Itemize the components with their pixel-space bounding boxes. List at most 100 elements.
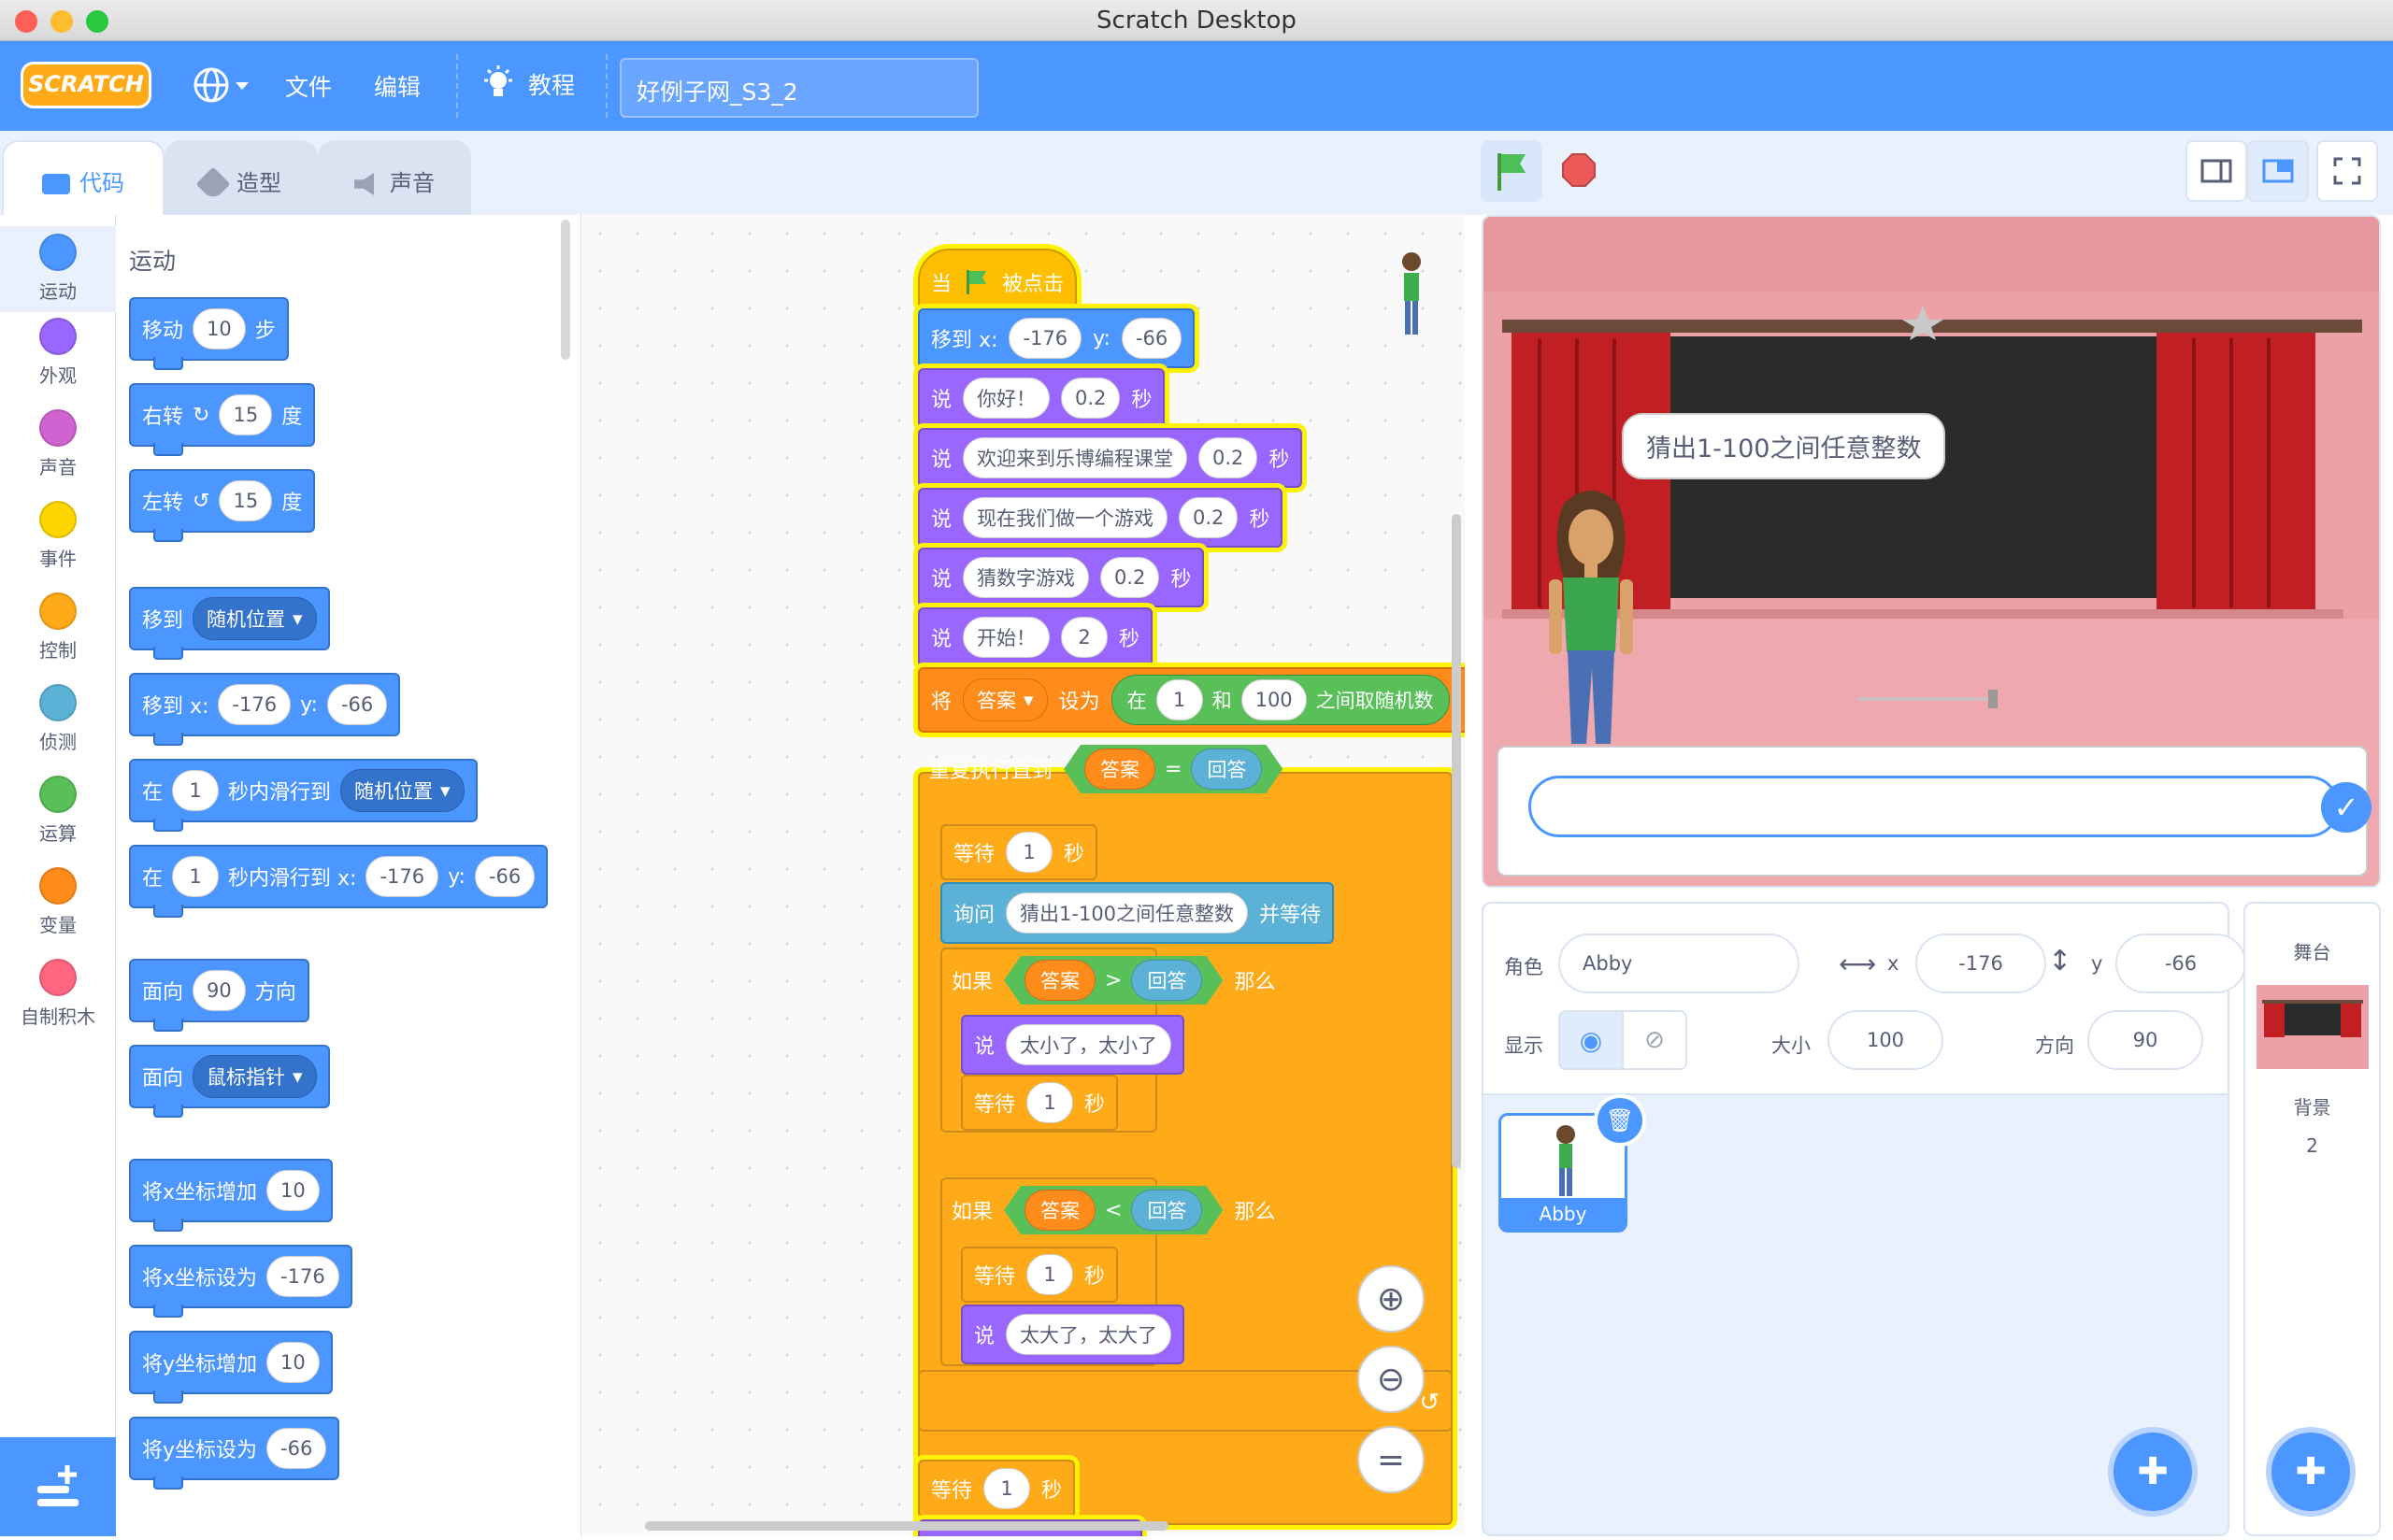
palette-scrollbar[interactable] [561,220,570,360]
stage-selector[interactable]: 舞台 背景 2 ✚ [2243,902,2381,1536]
question-input[interactable]: 猜出1-100之间任意整数 [1006,892,1249,934]
answer-sensing-reporter[interactable]: 回答 [1131,1190,1202,1231]
message-input[interactable]: 猜数字游戏 [963,557,1090,598]
value-input[interactable]: -66 [266,1428,327,1469]
wait-block[interactable]: 等待 1 秒 [940,824,1098,880]
towards-dropdown[interactable]: 鼠标指针 ▾ [193,1055,317,1098]
answer-sensing-reporter[interactable]: 回答 [1191,749,1262,790]
choose-backdrop-button[interactable]: ✚ [2266,1427,2356,1517]
show-sprite-button[interactable]: ◉ [1558,1010,1624,1070]
set-y-block[interactable]: 将y坐标设为 -66 [129,1417,340,1490]
wait-block[interactable]: 等待 1 秒 [918,1460,1076,1518]
seconds-input[interactable]: 1 [983,1468,1031,1509]
file-menu[interactable]: 文件 [285,69,332,103]
sprite-name-input[interactable]: Abby [1558,934,1799,993]
sprite-y-input[interactable]: -66 [2115,934,2246,993]
language-menu[interactable] [191,62,256,114]
pick-random-reporter[interactable]: 在 1 和 100 之间取随机数 [1111,675,1450,725]
sprite-size-input[interactable]: 100 [1827,1010,1943,1070]
stop-button[interactable] [1548,140,1610,202]
green-flag-button[interactable] [1481,140,1542,202]
change-y-block[interactable]: 将y坐标增加 10 [129,1331,333,1404]
say-for-secs-block[interactable]: 说开始！ 2 秒 [918,607,1154,667]
degrees-input[interactable]: 15 [219,480,273,521]
category-operators[interactable]: 运算 [0,776,116,846]
less-than-operator[interactable]: 答案 < 回答 [1004,1186,1223,1234]
x-input[interactable]: -176 [365,856,439,897]
turn-left-block[interactable]: 左转 ↺ 15 度 [129,469,316,542]
y-input[interactable]: -66 [1121,318,1182,359]
seconds-input[interactable]: 1 [1026,1254,1074,1295]
seconds-input[interactable]: 1 [1006,832,1053,873]
change-x-block[interactable]: 将x坐标增加 10 [129,1159,333,1232]
answer-variable-reporter[interactable]: 答案 [1025,1190,1096,1231]
say-for-secs-block[interactable]: 说猜数字游戏 0.2 秒 [918,548,1205,607]
workspace-vertical-scrollbar[interactable] [1452,514,1461,1168]
say-for-secs-block[interactable]: 说欢迎来到乐博编程课堂 0.2 秒 [918,428,1303,488]
set-x-block[interactable]: 将x坐标设为 -176 [129,1245,352,1318]
x-input[interactable]: -176 [218,684,292,725]
message-input[interactable]: 欢迎来到乐博编程课堂 [963,437,1188,478]
answer-variable-reporter[interactable]: 答案 [1025,960,1096,1001]
tab-sounds[interactable]: 声音 [318,140,471,215]
abby-sprite[interactable] [1540,486,1642,748]
message-input[interactable]: 太大了，太大了 [1006,1314,1172,1355]
seconds-input[interactable]: 2 [1061,617,1109,658]
x-input[interactable]: -176 [1009,318,1082,359]
category-events[interactable]: 事件 [0,501,116,571]
glide-target-dropdown[interactable]: 随机位置 ▾ [340,769,465,812]
direction-input[interactable]: 90 [193,970,246,1011]
category-looks[interactable]: 外观 [0,318,116,388]
when-flag-clicked-hat[interactable]: 当 被点击 [918,249,1078,308]
category-sound[interactable]: 声音 [0,409,116,479]
code-workspace[interactable]: ↺ 当 被点击 移到 x: -176 y: -66 说你好！ 0.2 秒 说欢迎来到乐博编… [581,215,1465,1536]
greater-than-operator[interactable]: 答案 > 回答 [1004,956,1223,1005]
seconds-input[interactable]: 1 [172,856,220,897]
seconds-input[interactable]: 0.2 [1198,437,1258,478]
to-input[interactable]: 100 [1240,679,1307,720]
set-variable-block[interactable]: 将 答案 ▾ 设为 在 1 和 100 之间取随机数 [918,667,1465,733]
category-variables[interactable]: 变量 [0,867,116,937]
stage-canvas[interactable]: 猜出1-100之间任意整数 ✓ [1482,215,2381,888]
answer-sensing-reporter[interactable]: 回答 [1131,960,1202,1001]
say-block[interactable]: 说太小了，太小了 [961,1015,1185,1075]
zoom-out-button[interactable]: ⊖ [1357,1346,1425,1413]
ask-and-wait-block[interactable]: 询问 猜出1-100之间任意整数 并等待 [940,882,1335,944]
answer-variable-reporter[interactable]: 答案 [1084,749,1155,790]
workspace-horizontal-scrollbar[interactable] [645,1521,1168,1531]
move-steps-block[interactable]: 移动 10 步 [129,297,289,370]
wait-block[interactable]: 等待 1 秒 [961,1075,1119,1131]
seconds-input[interactable]: 0.2 [1179,497,1239,538]
goto-xy-script-block[interactable]: 移到 x: -176 y: -66 [918,308,1196,368]
from-input[interactable]: 1 [1155,679,1203,720]
goto-target-dropdown[interactable]: 随机位置 ▾ [193,597,317,640]
value-input[interactable]: 10 [266,1342,320,1383]
equals-operator[interactable]: 答案 = 回答 [1064,745,1282,793]
seconds-input[interactable]: 0.2 [1100,557,1160,598]
add-extension-button[interactable] [0,1437,116,1536]
say-block[interactable]: 说太大了，太大了 [961,1305,1185,1364]
value-input[interactable]: 10 [266,1170,320,1211]
seconds-input[interactable]: 0.2 [1061,378,1121,419]
glide-block[interactable]: 在 1 秒内滑行到 随机位置 ▾ [129,759,478,832]
y-input[interactable]: -66 [474,856,536,897]
ask-answer-input[interactable] [1528,776,2340,837]
seconds-input[interactable]: 1 [1026,1082,1074,1123]
sprite-x-input[interactable]: -176 [1915,934,2046,993]
zoom-in-button[interactable]: ⊕ [1357,1265,1425,1333]
message-input[interactable]: 你好！ [963,378,1051,419]
value-input[interactable]: -176 [266,1256,339,1297]
message-input[interactable]: 现在我们做一个游戏 [963,497,1168,538]
point-towards-block[interactable]: 面向 鼠标指针 ▾ [129,1045,330,1118]
large-stage-button[interactable] [2247,140,2309,202]
category-my-blocks[interactable]: 自制积木 [0,959,116,1029]
turn-right-block[interactable]: 右转 ↻ 15 度 [129,383,316,456]
fullscreen-button[interactable] [2316,140,2378,202]
steps-input[interactable]: 10 [193,308,246,349]
tutorials-menu[interactable]: 教程 [481,65,575,103]
small-stage-button[interactable] [2185,140,2247,202]
degrees-input[interactable]: 15 [219,394,273,435]
sprite-direction-input[interactable]: 90 [2087,1010,2203,1070]
category-sensing[interactable]: 侦测 [0,684,116,754]
say-for-secs-block[interactable]: 说你好！ 0.2 秒 [918,368,1166,428]
